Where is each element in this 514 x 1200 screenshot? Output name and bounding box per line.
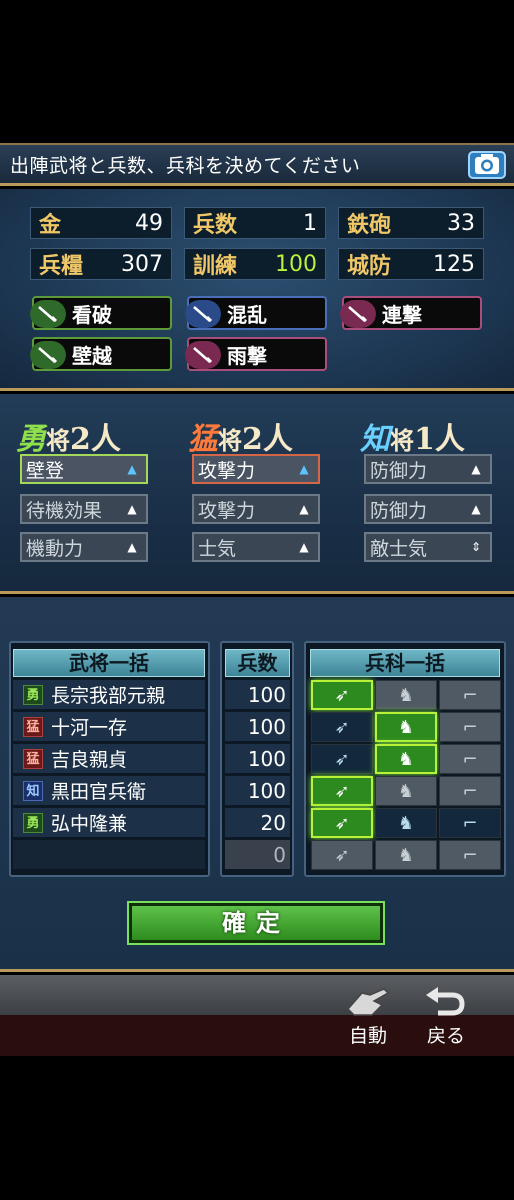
troop-count[interactable]: 20 bbox=[225, 808, 290, 838]
gun-icon[interactable]: ⌐ bbox=[439, 840, 501, 870]
select-all-generals-button[interactable]: 武将一括 bbox=[13, 649, 205, 677]
general-row[interactable]: 猛吉良親貞 bbox=[13, 744, 205, 774]
horse-icon[interactable]: ♞ bbox=[375, 744, 437, 774]
back-button[interactable]: 戻る bbox=[416, 985, 476, 1048]
general-row[interactable]: 猛十河一存 bbox=[13, 712, 205, 742]
gun-icon[interactable]: ⌐ bbox=[439, 808, 501, 838]
stat-guns: 鉄砲 33 bbox=[338, 207, 484, 239]
troop-count[interactable]: 100 bbox=[225, 776, 290, 806]
skill-konran[interactable]: 混乱 bbox=[185, 296, 327, 330]
group-title-brave: 勇将2人 bbox=[16, 422, 121, 457]
fierce-option-2[interactable]: 攻撃力 ▲ bbox=[192, 494, 320, 524]
troop-count[interactable]: 100 bbox=[225, 712, 290, 742]
gun-icon[interactable]: ⌐ bbox=[439, 712, 501, 742]
unit-type-all-button[interactable]: 兵科一括 bbox=[310, 649, 500, 677]
page-title: 出陣武将と兵数、兵科を決めてください bbox=[10, 154, 361, 177]
stat-troops: 兵数 1 bbox=[184, 207, 326, 239]
header-bar: 出陣武将と兵数、兵科を決めてください bbox=[0, 143, 514, 186]
horse-icon[interactable]: ♞ bbox=[375, 840, 437, 870]
brave-option-1[interactable]: 壁登 ▲ bbox=[20, 454, 148, 484]
spear-icon[interactable]: ➶ bbox=[311, 840, 373, 870]
general-row[interactable]: 勇長宗我部元親 bbox=[13, 680, 205, 710]
horse-icon[interactable]: ♞ bbox=[375, 776, 437, 806]
resource-panel: 金 49 兵数 1 鉄砲 33 兵糧 307 訓練 100 城防 125 看破 … bbox=[0, 189, 514, 391]
general-row-empty[interactable] bbox=[13, 840, 205, 870]
sword-icon bbox=[185, 341, 221, 369]
type-badge: 知 bbox=[23, 780, 43, 801]
wise-option-2[interactable]: 防御力 ▲ bbox=[364, 494, 492, 524]
double-triangle-icon: ▲ bbox=[471, 502, 481, 516]
horse-icon[interactable]: ♞ bbox=[375, 712, 437, 742]
type-badge: 勇 bbox=[23, 812, 43, 833]
triangle-up-icon: ▲ bbox=[299, 540, 309, 554]
triangle-up-icon: ▲ bbox=[127, 462, 137, 476]
sword-icon bbox=[30, 300, 66, 328]
spear-icon[interactable]: ➶ bbox=[311, 744, 373, 774]
sword-icon bbox=[340, 300, 376, 328]
sword-icon bbox=[185, 300, 221, 328]
double-triangle-icon: ▲ bbox=[299, 502, 309, 516]
brave-option-3[interactable]: 機動力 ▲ bbox=[20, 532, 148, 562]
spear-icon[interactable]: ➶ bbox=[311, 712, 373, 742]
troops-header[interactable]: 兵数 bbox=[225, 649, 290, 677]
camera-icon[interactable] bbox=[468, 151, 506, 179]
sword-icon bbox=[30, 341, 66, 369]
type-badge: 猛 bbox=[23, 748, 43, 769]
return-arrow-icon bbox=[426, 987, 465, 1016]
type-badge: 勇 bbox=[23, 684, 43, 705]
troop-count[interactable]: 0 bbox=[225, 840, 290, 870]
stat-gold: 金 49 bbox=[30, 207, 172, 239]
hand-pointer-icon bbox=[346, 988, 390, 1016]
general-row[interactable]: 勇弘中隆兼 bbox=[13, 808, 205, 838]
fierce-option-3[interactable]: 士気 ▲ bbox=[192, 532, 320, 562]
gun-icon[interactable]: ⌐ bbox=[439, 744, 501, 774]
triangle-up-icon: ▲ bbox=[127, 540, 137, 554]
triangle-up-icon: ▲ bbox=[471, 462, 481, 476]
group-title-fierce: 猛将2人 bbox=[188, 422, 293, 457]
spear-icon[interactable]: ➶ bbox=[311, 680, 373, 710]
type-badge: 猛 bbox=[23, 716, 43, 737]
general-groups-panel: 勇将2人 猛将2人 知将1人 壁登 ▲ 待機効果 ▲ 機動力 ▲ 攻撃力 ▲ 攻撃力 ▲ … bbox=[0, 394, 514, 594]
stat-training: 訓練 100 bbox=[184, 248, 326, 280]
spear-icon[interactable]: ➶ bbox=[311, 776, 373, 806]
troop-count[interactable]: 100 bbox=[225, 680, 290, 710]
stat-castle-defense: 城防 125 bbox=[338, 248, 484, 280]
general-row[interactable]: 知黒田官兵衛 bbox=[13, 776, 205, 806]
skill-ugeki[interactable]: 雨撃 bbox=[185, 337, 327, 371]
horse-icon[interactable]: ♞ bbox=[375, 680, 437, 710]
skill-rengeki[interactable]: 連撃 bbox=[340, 296, 482, 330]
spear-icon[interactable]: ➶ bbox=[311, 808, 373, 838]
fierce-option-1[interactable]: 攻撃力 ▲ bbox=[192, 454, 320, 484]
horse-icon[interactable]: ♞ bbox=[375, 808, 437, 838]
wise-option-1[interactable]: 防御力 ▲ bbox=[364, 454, 492, 484]
triangle-up-icon: ▲ bbox=[127, 502, 137, 516]
skill-kabegoe[interactable]: 壁越 bbox=[30, 337, 172, 371]
skill-kanpa[interactable]: 看破 bbox=[30, 296, 172, 330]
confirm-button[interactable]: 確定 bbox=[127, 901, 385, 945]
troop-count[interactable]: 100 bbox=[225, 744, 290, 774]
gun-icon[interactable]: ⌐ bbox=[439, 680, 501, 710]
gun-icon[interactable]: ⌐ bbox=[439, 776, 501, 806]
group-title-wise: 知将1人 bbox=[360, 422, 465, 457]
wise-option-3[interactable]: 敵士気 ⇕ bbox=[364, 532, 492, 562]
brave-option-2[interactable]: 待機効果 ▲ bbox=[20, 494, 148, 524]
stat-food: 兵糧 307 bbox=[30, 248, 172, 280]
auto-button[interactable]: 自動 bbox=[338, 985, 398, 1048]
triangle-up-icon: ▲ bbox=[299, 462, 309, 476]
double-triangle-icon: ⇕ bbox=[470, 540, 482, 554]
